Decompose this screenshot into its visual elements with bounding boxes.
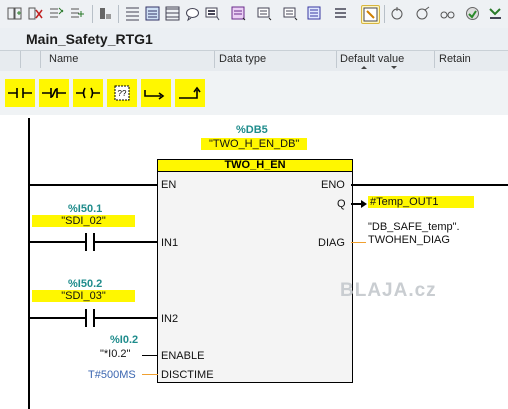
show-comments-icon[interactable] xyxy=(144,5,161,22)
block-interface-header: Name Data type Default value Retain xyxy=(0,50,508,69)
comments-icon[interactable] xyxy=(184,5,201,22)
compare-icon[interactable] xyxy=(414,5,431,22)
in1-wire-right xyxy=(95,241,158,243)
watermark: BLAJA.cz xyxy=(340,280,437,301)
absolute-operands-icon[interactable] xyxy=(204,5,221,22)
nc-contact-icon[interactable] xyxy=(39,79,69,107)
empty-box-icon[interactable]: ?? xyxy=(107,79,137,107)
networks-collapse-icon[interactable] xyxy=(164,5,181,22)
coil-icon[interactable] xyxy=(73,79,103,107)
insert-network-icon[interactable] xyxy=(6,5,23,22)
pin-en: EN xyxy=(161,179,177,191)
function-block-title[interactable]: TWO_H_EN xyxy=(157,159,353,172)
contact1-left-plate[interactable] xyxy=(85,233,87,251)
in2-wire-left xyxy=(29,317,85,319)
toggle-monitor-icon[interactable] xyxy=(332,5,349,22)
diag-wire xyxy=(351,242,366,243)
pin-disctime: DISCTIME xyxy=(161,369,214,381)
no-contact-icon[interactable] xyxy=(5,79,35,107)
pin-q: Q xyxy=(337,198,346,210)
diag-operand-line1[interactable]: "DB_SAFE_temp". xyxy=(368,221,460,233)
block-title: Main_Safety_RTG1 xyxy=(26,31,153,47)
enable-operand[interactable]: "*I0.2" xyxy=(100,348,130,360)
pin-enable: ENABLE xyxy=(161,350,205,362)
instance-db-address: %DB5 xyxy=(236,124,268,136)
insert-row-icon[interactable] xyxy=(48,5,65,22)
block-interface-icon[interactable] xyxy=(124,5,141,22)
pin-in2: IN2 xyxy=(161,313,179,325)
enable-address: %I0.2 xyxy=(110,334,139,346)
contact2-address: %I50.2 xyxy=(68,278,103,290)
svg-text:??: ?? xyxy=(118,89,127,98)
col-retain[interactable]: Retain xyxy=(439,53,471,65)
contact1-address: %I50.1 xyxy=(68,203,103,215)
monitor-glasses-icon[interactable] xyxy=(439,5,456,22)
close-branch-icon[interactable] xyxy=(175,79,205,107)
download-icon[interactable] xyxy=(361,5,380,24)
q-arrow-icon xyxy=(361,200,367,208)
eno-wire xyxy=(351,184,508,186)
lad-toolbar: ?? xyxy=(0,71,508,116)
in2-wire-right xyxy=(95,317,158,319)
q-output-operand[interactable]: #Temp_OUT1 xyxy=(368,196,474,208)
in1-wire-left xyxy=(29,241,85,243)
en-wire xyxy=(29,184,158,186)
col-default-value[interactable]: Default value xyxy=(340,53,404,65)
favorites-icon[interactable] xyxy=(256,5,273,22)
download-to-device-icon[interactable] xyxy=(487,5,504,22)
delete-network-icon[interactable] xyxy=(27,5,44,22)
status-ok-icon xyxy=(464,5,481,22)
symbolic-operands-icon[interactable] xyxy=(230,5,247,22)
contact2-symbol[interactable]: "SDI_03" xyxy=(32,290,135,302)
enable-wire xyxy=(142,355,158,356)
col-data-type[interactable]: Data type xyxy=(219,53,266,65)
list-icon[interactable] xyxy=(306,5,323,22)
diag-operand-line2[interactable]: TWOHEN_DIAG xyxy=(368,234,450,246)
editor-toolbar xyxy=(0,0,508,29)
contact1-symbol[interactable]: "SDI_02" xyxy=(32,215,135,227)
operand-info-icon[interactable] xyxy=(282,5,299,22)
power-rail xyxy=(28,118,30,409)
append-row-icon[interactable] xyxy=(69,5,86,22)
disctime-constant[interactable]: T#500MS xyxy=(88,369,136,381)
instance-db-name[interactable]: "TWO_H_EN_DB" xyxy=(201,138,308,150)
block-title-bar: Main_Safety_RTG1 xyxy=(0,28,508,50)
open-branch-icon[interactable] xyxy=(141,79,171,107)
disctime-wire xyxy=(142,374,158,375)
upload-icon[interactable] xyxy=(389,5,406,22)
go-online-icon[interactable] xyxy=(97,5,114,22)
col-name[interactable]: Name xyxy=(49,53,78,65)
pin-diag: DIAG xyxy=(318,237,345,249)
pin-eno: ENO xyxy=(321,179,345,191)
pin-in1: IN1 xyxy=(161,237,179,249)
contact2-left-plate[interactable] xyxy=(85,309,87,327)
